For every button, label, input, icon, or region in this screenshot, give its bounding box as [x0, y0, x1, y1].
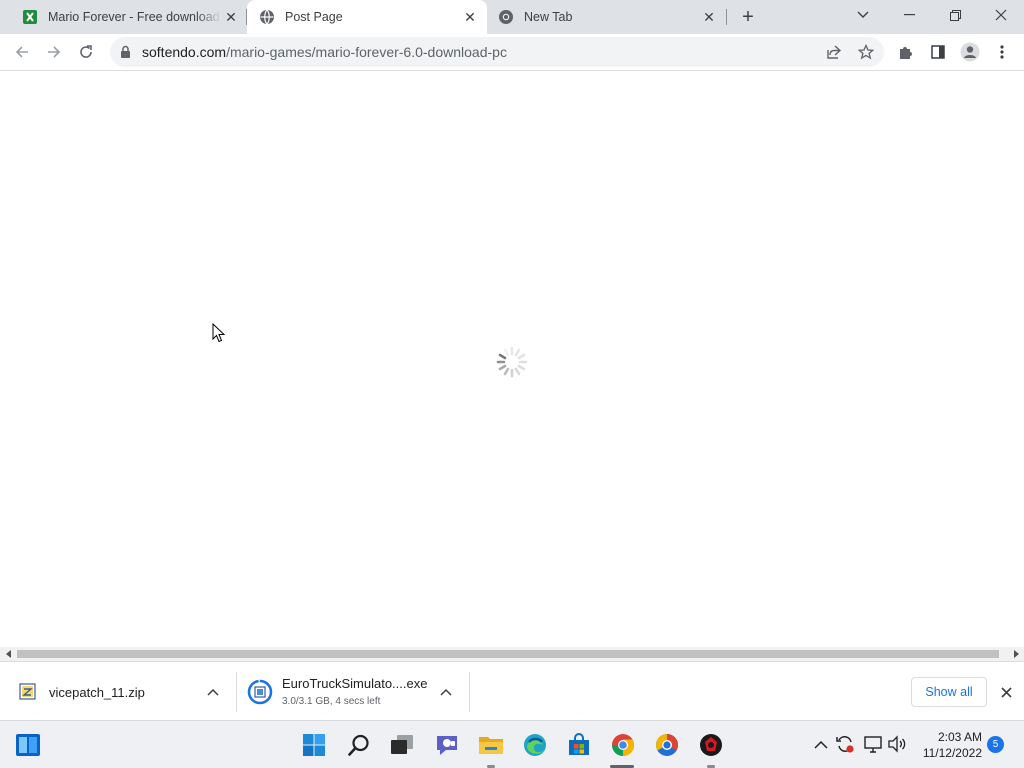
sync-icon[interactable] — [834, 733, 856, 755]
chevron-up-icon[interactable] — [205, 684, 221, 700]
loading-spinner-icon — [495, 345, 529, 379]
sheets-green-icon — [22, 9, 38, 25]
share-icon[interactable] — [820, 38, 848, 66]
download-filename: vicepatch_11.zip — [49, 685, 145, 700]
windows-taskbar: 2:03 AM 11/12/2022 — [0, 720, 1024, 768]
restore-icon[interactable] — [932, 0, 978, 30]
clock-time: 2:03 AM — [937, 730, 982, 744]
download-status: 3.0/3.1 GB, 4 secs left — [282, 696, 381, 707]
download-filename: EuroTruckSimulato....exe — [282, 676, 428, 691]
horizontal-scrollbar[interactable] — [0, 647, 1024, 661]
extensions-puzzle-icon[interactable] — [892, 38, 920, 66]
tab-search-chevron-icon[interactable] — [840, 0, 886, 30]
browser-toolbar: softendo.com/mario-games/mario-forever-6… — [0, 34, 1024, 71]
close-tab-icon[interactable]: ✕ — [461, 8, 479, 26]
tab-new-tab[interactable]: New Tab ✕ — [488, 0, 724, 34]
widgets-icon[interactable] — [14, 731, 42, 759]
chevron-up-tray-icon[interactable] — [810, 733, 832, 755]
network-icon[interactable] — [862, 733, 884, 755]
profile-avatar-icon[interactable] — [956, 38, 984, 66]
search-icon[interactable] — [345, 731, 373, 759]
scrollbar-thumb[interactable] — [17, 650, 999, 658]
close-tab-icon[interactable]: ✕ — [222, 8, 240, 26]
red-app-icon[interactable] — [697, 731, 725, 759]
tab-title: Mario Forever - Free download a — [48, 10, 222, 24]
scroll-right-arrow-icon[interactable] — [1011, 650, 1021, 658]
minimize-icon[interactable] — [886, 0, 932, 30]
system-clock[interactable]: 2:03 AM 11/12/2022 — [912, 729, 982, 761]
address-bar[interactable]: softendo.com/mario-games/mario-forever-6… — [110, 37, 884, 67]
chrome-icon — [498, 9, 514, 25]
installer-progress-icon — [247, 679, 273, 710]
windows-start-icon[interactable] — [300, 731, 328, 759]
tab-title: Post Page — [285, 10, 343, 24]
tab-title: New Tab — [524, 10, 573, 24]
globe-icon — [259, 9, 275, 25]
url-path: /mario-games/mario-forever-6.0-download-… — [226, 44, 507, 60]
scroll-left-arrow-icon[interactable] — [3, 650, 13, 658]
tab-mario-forever[interactable]: Mario Forever - Free download a ✕ — [8, 0, 244, 34]
tab-strip: Mario Forever - Free download a ✕ Post P… — [0, 0, 1024, 34]
task-view-icon[interactable] — [388, 731, 416, 759]
download-item-vicepatch[interactable]: vicepatch_11.zip — [0, 662, 236, 721]
forward-arrow-icon[interactable] — [40, 38, 68, 66]
mouse-cursor-icon — [212, 322, 226, 348]
chevron-up-icon[interactable] — [438, 684, 454, 700]
chrome-icon[interactable] — [609, 731, 637, 759]
download-item-eurotruck[interactable]: EuroTruckSimulato....exe 3.0/3.1 GB, 4 s… — [237, 662, 469, 721]
tab-post-page[interactable]: Post Page ✕ — [247, 0, 487, 34]
close-window-icon[interactable] — [978, 0, 1024, 30]
reload-icon[interactable] — [72, 38, 100, 66]
menu-kebab-icon[interactable] — [988, 38, 1016, 66]
close-tab-icon[interactable]: ✕ — [700, 8, 718, 26]
file-explorer-icon[interactable] — [477, 731, 505, 759]
page-content — [0, 71, 1024, 647]
zip-file-icon — [19, 683, 36, 705]
chromium-icon[interactable] — [653, 731, 681, 759]
download-separator — [469, 672, 470, 712]
volume-icon[interactable] — [886, 733, 908, 755]
store-icon[interactable] — [565, 731, 593, 759]
clock-date: 11/12/2022 — [922, 746, 982, 760]
edge-icon[interactable] — [521, 731, 549, 759]
tab-separator — [726, 9, 727, 25]
lock-icon[interactable] — [120, 45, 131, 64]
side-panel-icon[interactable] — [924, 38, 952, 66]
show-all-button[interactable]: Show all — [911, 677, 987, 707]
teams-chat-icon[interactable] — [433, 731, 461, 759]
back-arrow-icon[interactable] — [8, 38, 36, 66]
bookmark-star-icon[interactable] — [852, 38, 880, 66]
close-shelf-icon[interactable] — [996, 682, 1016, 702]
download-shelf: vicepatch_11.zip EuroTruckSimulato....ex… — [0, 661, 1024, 720]
new-tab-button[interactable]: + — [736, 6, 760, 28]
notification-badge[interactable]: 5 — [987, 736, 1004, 753]
url-domain: softendo.com — [142, 44, 227, 60]
url-text[interactable]: softendo.com/mario-games/mario-forever-6… — [142, 44, 507, 60]
